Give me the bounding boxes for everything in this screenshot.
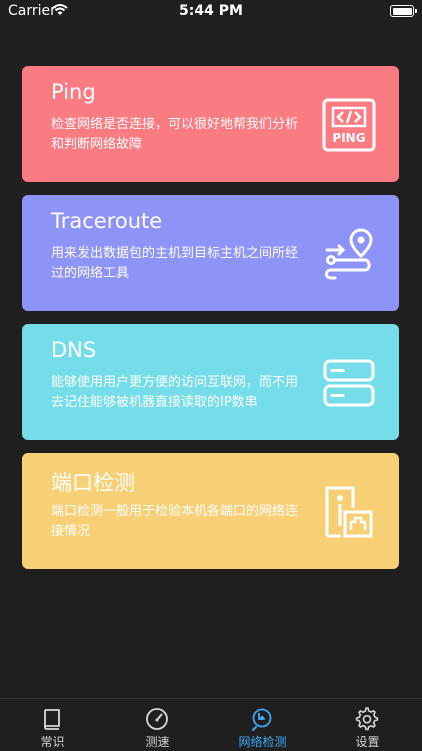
book-icon [44,709,60,730]
tab-settings[interactable]: 设置 [315,699,420,751]
tab-label: 网络检测 [238,735,287,749]
card-title: Traceroute [51,209,163,233]
card-description: 能够使用用户更方便的访问互联网，而不用去记住能够被机器直接读取的IP数串 [51,375,299,410]
tab-label: 设置 [355,735,380,749]
route-pin-icon [325,228,373,280]
card-description: 检查网络是否连接，可以很好地帮我们分析和判断网络故障 [51,117,299,152]
ping-icon-text: PING [332,131,365,145]
port-socket-icon [325,486,373,538]
status-bar: Carrier 5:44 PM [0,0,422,24]
traceroute-card[interactable]: Traceroute 用来发出数据包的主机到目标主机之间所经过的网络工具 [22,195,399,311]
tab-knowledge[interactable]: 常识 [0,699,105,751]
ping-card[interactable]: Ping 检查网络是否连接，可以很好地帮我们分析和判断网络故障 PING [22,66,399,182]
tab-network-check[interactable]: 网络检测 [210,699,315,751]
card-title: 端口检测 [51,471,135,495]
card-title: DNS [51,338,97,362]
battery-icon [390,5,417,17]
tab-bar: 常识 测速 网络检测 设置 [0,698,422,751]
clock: 5:44 PM [179,3,243,19]
tab-label: 测速 [145,735,170,749]
network-check-icon [252,708,272,731]
ping-code-icon: PING [322,98,376,152]
port-check-card[interactable]: 端口检测 端口检测一般用于检验本机各端口的网络连接情况 [22,453,399,569]
server-icon [323,359,375,407]
speedometer-icon [146,708,168,730]
card-title: Ping [51,80,96,104]
gear-icon [355,707,379,731]
dns-card[interactable]: DNS 能够使用用户更方便的访问互联网，而不用去记住能够被机器直接读取的IP数串 [22,324,399,440]
card-description: 端口检测一般用于检验本机各端口的网络连接情况 [51,504,299,539]
tab-label: 常识 [40,735,65,749]
tab-speed-test[interactable]: 测速 [105,699,210,751]
card-description: 用来发出数据包的主机到目标主机之间所经过的网络工具 [51,246,299,281]
